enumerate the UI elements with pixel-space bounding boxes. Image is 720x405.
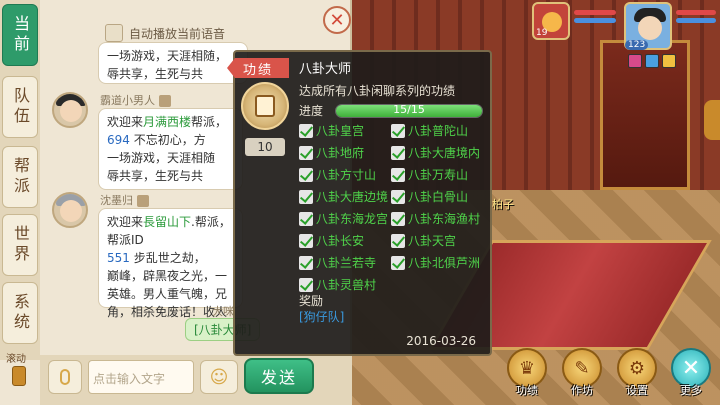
check-icon	[299, 167, 313, 182]
task-item: 八卦大唐边境	[299, 188, 388, 205]
pet-level: 19	[536, 28, 548, 38]
autoplay-checkbox[interactable]	[105, 24, 123, 42]
vip-badge-icon	[159, 95, 171, 107]
autoplay-voice-option[interactable]: 自动播放当前语音	[105, 24, 225, 42]
check-icon	[391, 145, 405, 160]
message-line: 一场游戏，天涯相随，	[107, 49, 228, 63]
avatar[interactable]	[52, 92, 88, 128]
achievement-description: 达成所有八卦闲聊系列的功绩	[299, 84, 456, 98]
guild-link[interactable]: 月满西楼	[143, 115, 191, 129]
task-item: 八卦兰若寺	[299, 254, 376, 271]
chat-tab-bar: 当前 队伍 帮派 世界 系统	[0, 0, 40, 360]
buff-icon[interactable]	[645, 54, 659, 68]
vip-badge-icon	[137, 195, 149, 207]
check-icon	[391, 211, 405, 226]
smiley-icon: ☺	[209, 366, 229, 388]
achievement-popup: 功绩 八卦大师 10 达成所有八卦闲聊系列的功绩 进度 15/15 八卦皇宫 八…	[227, 50, 492, 356]
task-item: 八卦普陀山	[391, 122, 468, 139]
sender-name[interactable]: 沈墨归	[100, 192, 149, 208]
check-icon	[391, 123, 405, 138]
check-icon	[391, 189, 405, 204]
side-panel-toggle[interactable]	[704, 100, 720, 140]
tab-guild[interactable]: 帮派	[2, 146, 38, 208]
workshop-button[interactable]: ✎ 作坊	[559, 348, 605, 402]
check-icon	[299, 233, 313, 248]
progress-text: 15/15	[393, 103, 425, 116]
task-item: 八卦灵兽村	[299, 276, 376, 293]
tab-current[interactable]: 当前	[2, 4, 38, 66]
guild-link[interactable]: 長留山下	[143, 215, 191, 229]
task-item: 八卦天宫	[391, 232, 456, 249]
settings-button[interactable]: ⚙ 设置	[614, 348, 660, 402]
task-item: 八卦东海渔村	[391, 210, 480, 227]
progress-label: 进度	[299, 104, 324, 118]
scroll-label: 滚动	[6, 354, 26, 365]
voice-button[interactable]	[48, 360, 82, 394]
reward-label: 奖励	[299, 294, 324, 308]
task-item: 八卦东海龙宫	[299, 210, 388, 227]
task-item: 八卦万寿山	[391, 166, 468, 183]
pet-portrait[interactable]: 19	[532, 2, 570, 40]
hero-level: 123	[625, 40, 649, 50]
tab-world[interactable]: 世界	[2, 214, 38, 276]
reward-item-link[interactable]: [狗仔队]	[299, 308, 344, 325]
check-icon	[299, 145, 313, 160]
check-icon	[299, 255, 313, 270]
npc-name-label[interactable]: 柏子	[492, 196, 514, 212]
check-icon	[391, 233, 405, 248]
buff-icon[interactable]	[628, 54, 642, 68]
achievement-date: 2016-03-26	[406, 334, 476, 348]
pet-hp-bar	[574, 10, 616, 15]
task-item: 八卦长安	[299, 232, 364, 249]
sender-name[interactable]: 大咪	[212, 303, 234, 319]
microphone-icon	[60, 369, 70, 385]
more-button[interactable]: ✕ 更多	[668, 348, 714, 402]
chat-message: 欢迎来長留山下.帮派，帮派ID 551 步乱世之劫， 巅峰，辟黑夜之光，一 英雄…	[98, 208, 243, 319]
message-line: 辱共享，生死与共	[107, 67, 204, 81]
check-icon	[299, 277, 313, 292]
achievement-button[interactable]: ♛ 功绩	[504, 348, 550, 402]
hero-mp-bar	[676, 18, 716, 23]
task-item: 八卦白骨山	[391, 188, 468, 205]
task-item: 八卦地府	[299, 144, 364, 161]
achievement-points: 10	[245, 138, 285, 156]
autoplay-label: 自动播放当前语音	[129, 26, 226, 41]
chat-message: 一场游戏，天涯相随， 辱共享，生死与共	[98, 42, 248, 84]
check-icon	[391, 167, 405, 182]
chat-message: 欢迎来月满西楼帮派， 694 不忘初心，方 一场游戏，天涯相随 辱共享，生死与共	[98, 108, 243, 190]
check-icon	[299, 211, 313, 226]
close-icon: ✕	[329, 9, 345, 31]
emoji-button[interactable]: ☺	[200, 360, 238, 394]
task-item: 八卦方寸山	[299, 166, 376, 183]
tab-team[interactable]: 队伍	[2, 76, 38, 138]
tab-system[interactable]: 系统	[2, 282, 38, 344]
task-item: 八卦皇宫	[299, 122, 364, 139]
achievement-title: 八卦大师	[299, 62, 352, 77]
avatar[interactable]	[52, 192, 88, 228]
task-item: 八卦北俱芦洲	[391, 254, 480, 271]
buff-icon[interactable]	[662, 54, 676, 68]
hero-face-icon	[638, 16, 662, 40]
check-icon	[391, 255, 405, 270]
send-button[interactable]: 发送	[244, 358, 314, 394]
check-icon	[299, 123, 313, 138]
scroll-lock-toggle[interactable]	[12, 366, 26, 386]
sender-name[interactable]: 霸道小男人	[100, 92, 171, 108]
chat-text-input[interactable]: 点击输入文字	[88, 360, 194, 394]
medal-icon	[241, 82, 289, 130]
close-chat-button[interactable]: ✕	[323, 6, 351, 34]
task-item: 八卦大唐境内	[391, 144, 480, 161]
pet-mp-bar	[574, 18, 616, 23]
achievement-ribbon: 功绩	[227, 58, 289, 78]
hero-hp-bar	[676, 10, 716, 15]
check-icon	[299, 189, 313, 204]
